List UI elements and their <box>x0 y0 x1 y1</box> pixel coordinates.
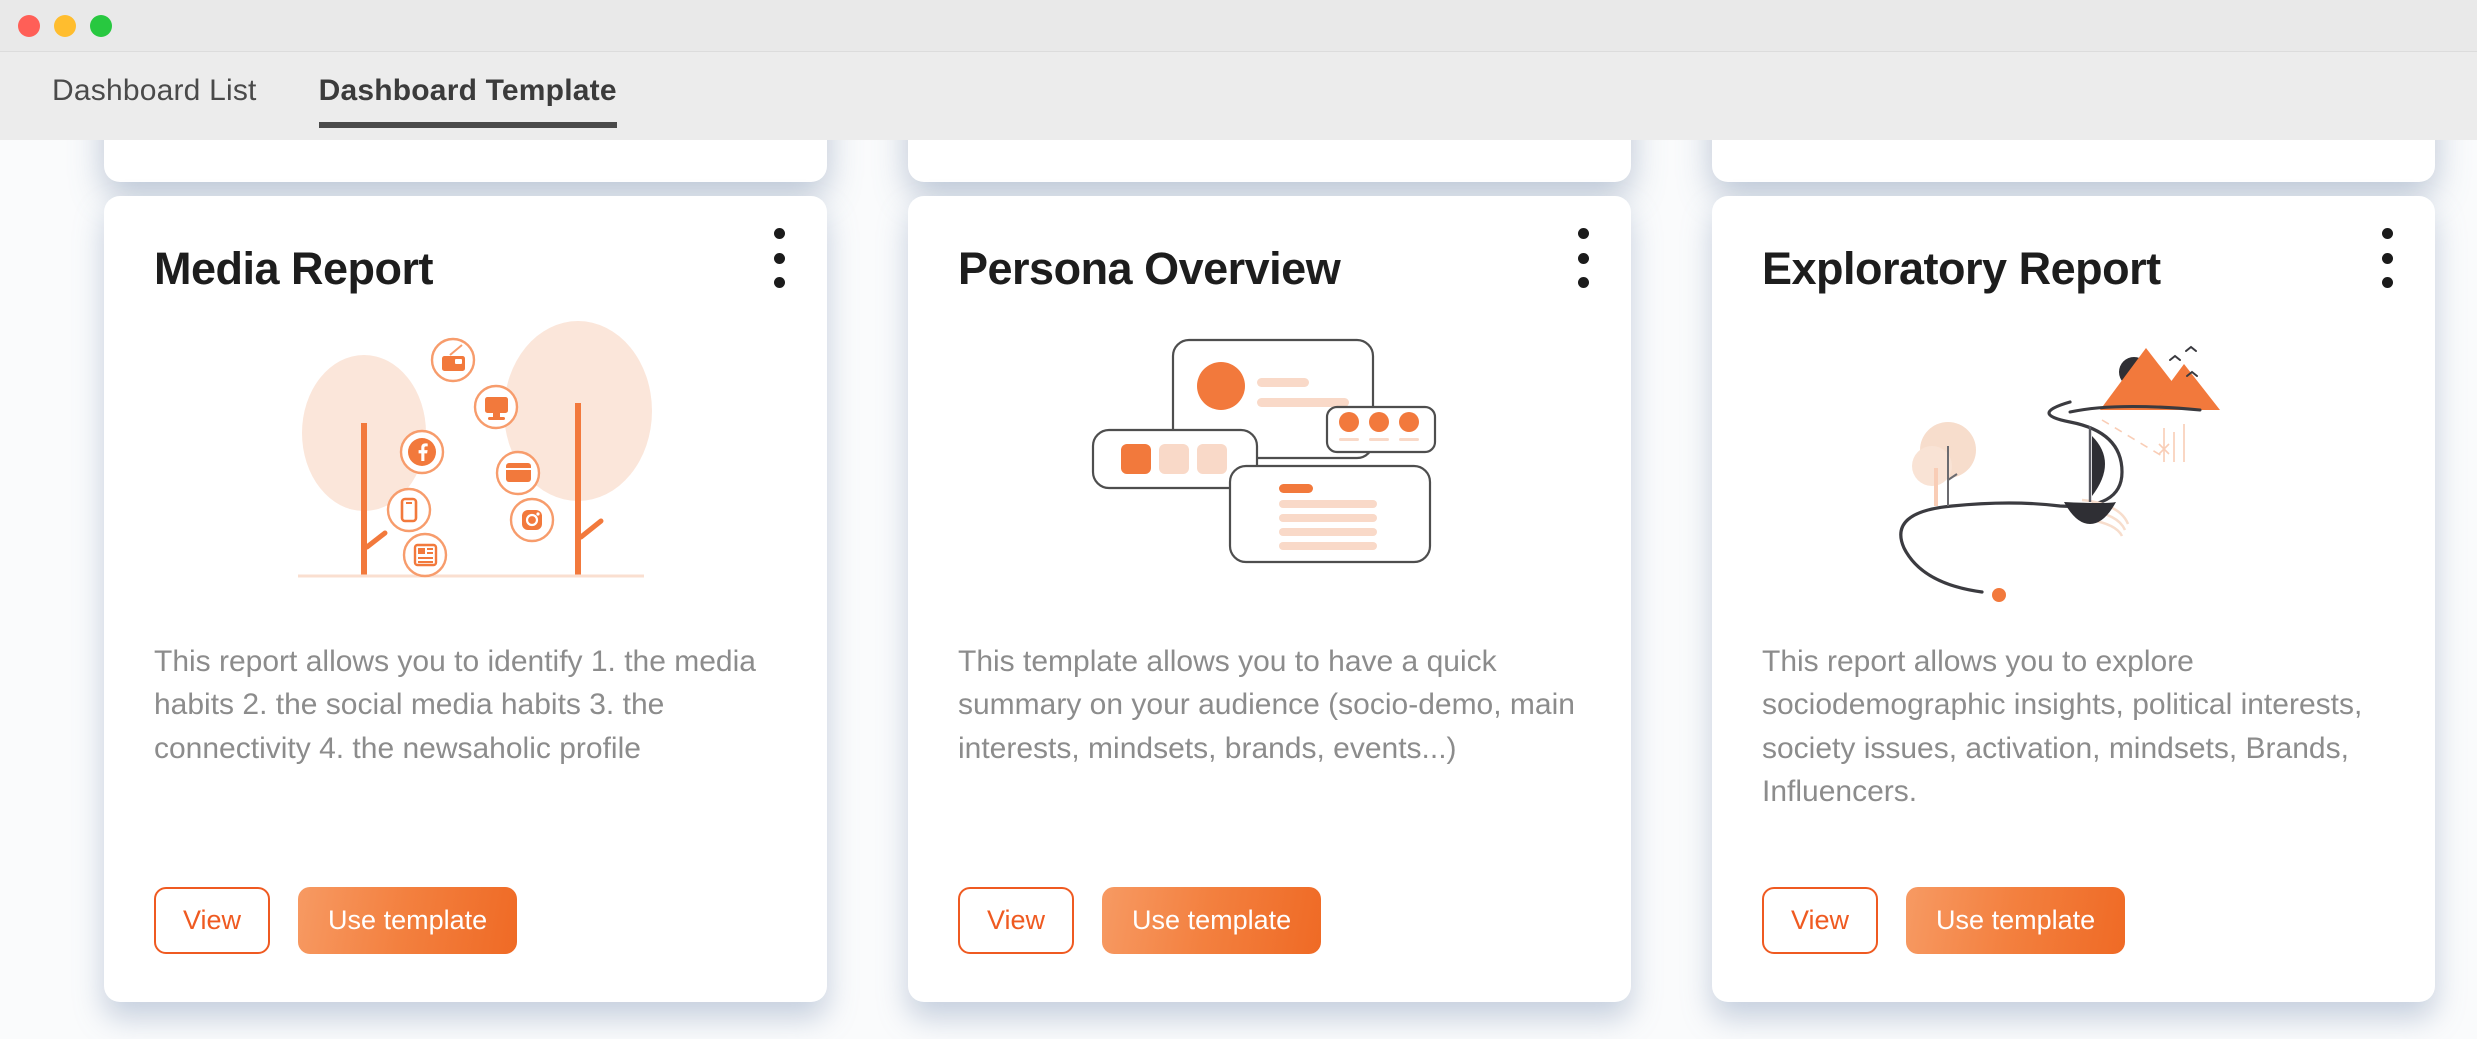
avatars-card-icon <box>1327 407 1435 452</box>
maximize-window-button[interactable] <box>90 15 112 37</box>
close-window-button[interactable] <box>18 15 40 37</box>
kebab-menu-icon[interactable] <box>2373 228 2401 288</box>
view-button[interactable]: View <box>958 887 1074 954</box>
use-template-button[interactable]: Use template <box>1906 887 2125 954</box>
kebab-menu-icon[interactable] <box>1569 228 1597 288</box>
tab-dashboard-list[interactable]: Dashboard List <box>52 74 257 128</box>
instagram-icon <box>511 499 553 541</box>
tv-window-icon <box>497 452 539 494</box>
card-description: This template allows you to have a quick… <box>958 640 1581 771</box>
card-description: This report allows you to identify 1. th… <box>154 640 777 771</box>
tab-dashboard-list-label: Dashboard List <box>52 74 257 107</box>
mountains-icon <box>2100 348 2220 410</box>
use-template-button[interactable]: Use template <box>298 887 517 954</box>
card-actions: View Use template <box>1762 887 2385 954</box>
facebook-icon <box>401 431 443 473</box>
text-card-icon <box>1230 466 1430 562</box>
desktop-monitor-icon <box>475 386 517 428</box>
template-card-exploratory-report[interactable]: Exploratory Report <box>1712 196 2435 1002</box>
clipped-card <box>908 140 1631 182</box>
traffic-lights <box>18 15 112 37</box>
tree-icon <box>1912 422 1976 506</box>
window-titlebar <box>0 0 2477 52</box>
persona-cards-illustration <box>958 304 1581 626</box>
clipped-card <box>1712 140 2435 182</box>
card-title: Exploratory Report <box>1762 244 2385 294</box>
card-title: Media Report <box>154 244 777 294</box>
card-actions: View Use template <box>154 887 777 954</box>
clipped-card <box>104 140 827 182</box>
kebab-menu-icon[interactable] <box>765 228 793 288</box>
template-card-row: Media Report <box>104 196 2435 1002</box>
previous-cards-row-clipped <box>0 140 2477 182</box>
mobile-phone-icon <box>388 489 430 531</box>
use-template-button[interactable]: Use template <box>1102 887 1321 954</box>
tab-dashboard-template[interactable]: Dashboard Template <box>319 74 617 128</box>
minimize-window-button[interactable] <box>54 15 76 37</box>
radio-icon <box>432 339 474 381</box>
view-button[interactable]: View <box>1762 887 1878 954</box>
card-actions: View Use template <box>958 887 1581 954</box>
template-gallery: Media Report <box>0 140 2477 1039</box>
exploration-journey-illustration <box>1762 304 2385 626</box>
tab-bar: Dashboard List Dashboard Template <box>0 52 2477 140</box>
template-card-persona-overview[interactable]: Persona Overview <box>908 196 1631 1002</box>
tab-dashboard-template-label: Dashboard Template <box>319 74 617 107</box>
template-card-media-report[interactable]: Media Report <box>104 196 827 1002</box>
start-dot-icon <box>1992 588 2006 602</box>
view-button[interactable]: View <box>154 887 270 954</box>
newspaper-icon <box>404 534 446 576</box>
media-trees-icons-illustration <box>154 304 777 626</box>
card-description: This report allows you to explore sociod… <box>1762 640 2385 814</box>
card-title: Persona Overview <box>958 244 1581 294</box>
